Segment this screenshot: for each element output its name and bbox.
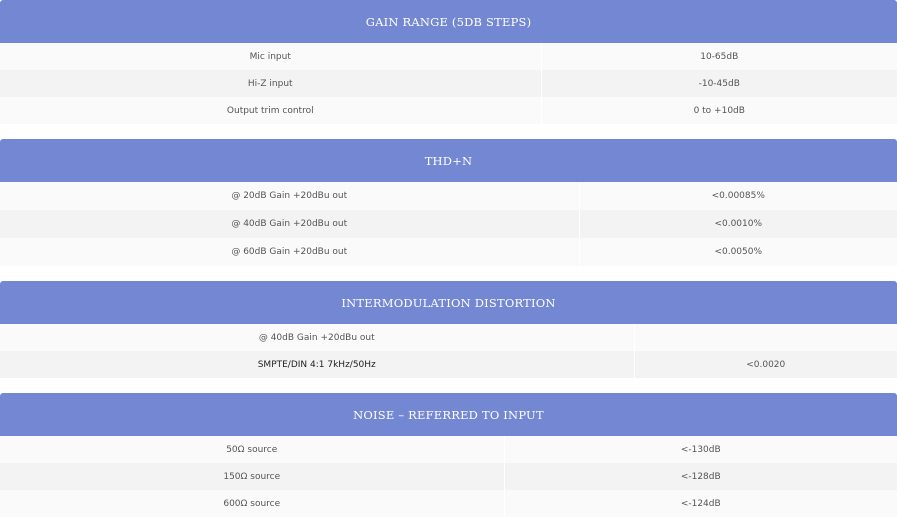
spec-value: <0.0050% [579,238,897,266]
spec-label: 50Ω source [0,436,505,463]
spec-label: @ 20dB Gain +20dBu out [0,182,580,210]
spec-label: 600Ω source [0,490,505,517]
table-row: @ 20dB Gain +20dBu out <0.00085% [0,182,897,210]
spec-value: <-130dB [504,436,897,463]
spec-table-noise: 50Ω source <-130dB 150Ω source <-128dB 6… [0,436,897,517]
section-title: Intermodulation Distortion [341,295,556,310]
spec-value: <-124dB [504,490,897,517]
spec-value: <0.0010% [579,210,897,238]
spec-label: @ 40dB Gain +20dBu out [0,324,635,351]
spec-section-thdn: THD+N @ 20dB Gain +20dBu out <0.00085% @… [0,139,897,266]
spec-label: @ 40dB Gain +20dBu out [0,210,580,238]
section-title: THD+N [424,153,473,168]
table-row: Mic input 10-65dB [0,43,897,70]
section-header-gain-range: Gain Range (5dB Steps) [0,0,897,43]
spec-value: <-128dB [504,463,897,490]
section-header-noise: Noise – Referred to Input [0,393,897,436]
section-title: Noise – Referred to Input [353,407,544,422]
section-header-thdn: THD+N [0,139,897,182]
table-row: 600Ω source <-124dB [0,490,897,517]
table-row: 150Ω source <-128dB [0,463,897,490]
table-row: SMPTE/DIN 4:1 7kHz/50Hz <0.0020 [0,351,897,378]
spec-section-gain-range: Gain Range (5dB Steps) Mic input 10-65dB… [0,0,897,124]
spec-label: 150Ω source [0,463,505,490]
table-row: 50Ω source <-130dB [0,436,897,463]
spec-table-gain-range: Mic input 10-65dB Hi-Z input -10-45dB Ou… [0,43,897,124]
spec-value [634,324,897,351]
spec-label: @ 60dB Gain +20dBu out [0,238,580,266]
spec-value: <0.0020 [634,351,897,378]
spec-label: Hi-Z input [0,70,542,97]
spec-value: 10-65dB [541,43,897,70]
table-row: @ 60dB Gain +20dBu out <0.0050% [0,238,897,266]
spec-table-intermodulation: @ 40dB Gain +20dBu out SMPTE/DIN 4:1 7kH… [0,324,897,378]
spec-value: -10-45dB [541,70,897,97]
table-row: Output trim control 0 to +10dB [0,97,897,124]
table-row: @ 40dB Gain +20dBu out <0.0010% [0,210,897,238]
spec-label: SMPTE/DIN 4:1 7kHz/50Hz [0,351,635,378]
spec-value: 0 to +10dB [541,97,897,124]
spec-table-thdn: @ 20dB Gain +20dBu out <0.00085% @ 40dB … [0,182,897,266]
section-title: Gain Range (5dB Steps) [365,14,532,29]
spec-section-intermodulation: Intermodulation Distortion @ 40dB Gain +… [0,281,897,378]
spec-value: <0.00085% [579,182,897,210]
section-header-intermodulation: Intermodulation Distortion [0,281,897,324]
spec-section-noise: Noise – Referred to Input 50Ω source <-1… [0,393,897,517]
spec-label: Mic input [0,43,542,70]
table-row: @ 40dB Gain +20dBu out [0,324,897,351]
spec-label: Output trim control [0,97,542,124]
table-row: Hi-Z input -10-45dB [0,70,897,97]
